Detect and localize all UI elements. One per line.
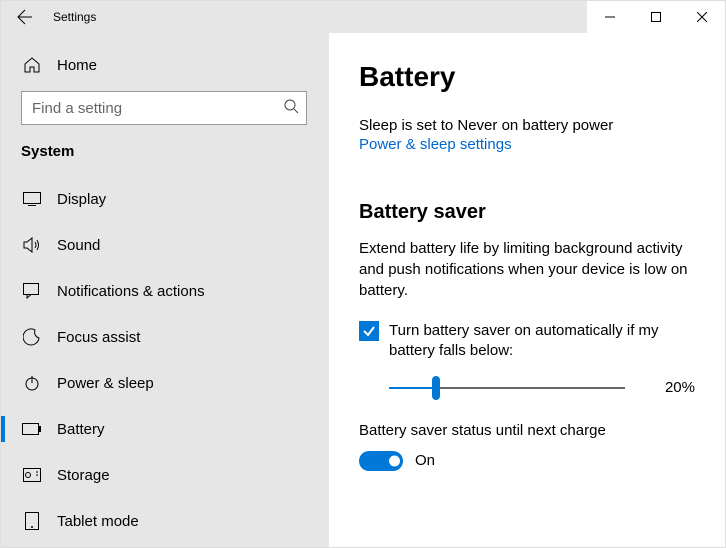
sidebar-item-label: Focus assist	[57, 329, 140, 346]
auto-saver-label: Turn battery saver on automatically if m…	[389, 321, 695, 362]
sidebar: Home System Display Sound Notifications …	[1, 33, 329, 547]
maximize-icon	[651, 12, 661, 22]
slider-thumb[interactable]	[432, 376, 440, 400]
maximize-button[interactable]	[633, 1, 679, 33]
power-sleep-link[interactable]: Power & sleep settings	[359, 136, 695, 153]
search-input[interactable]	[21, 91, 307, 125]
close-button[interactable]	[679, 1, 725, 33]
sidebar-item-power-sleep[interactable]: Power & sleep	[1, 360, 329, 406]
sidebar-item-label: Display	[57, 191, 106, 208]
sidebar-item-label: Battery	[57, 421, 105, 438]
close-icon	[697, 12, 707, 22]
slider-fill	[389, 387, 436, 389]
sleep-info-text: Sleep is set to Never on battery power	[359, 117, 695, 134]
storage-icon	[21, 468, 43, 482]
minimize-icon	[605, 12, 615, 22]
toggle-knob	[389, 455, 400, 466]
saver-status-label: Battery saver status until next charge	[359, 422, 695, 439]
display-icon	[21, 192, 43, 206]
saver-status-toggle[interactable]	[359, 451, 403, 471]
home-label: Home	[57, 57, 97, 74]
threshold-slider[interactable]	[389, 378, 625, 398]
checkmark-icon	[362, 324, 376, 338]
sidebar-item-display[interactable]: Display	[1, 176, 329, 222]
home-icon	[21, 56, 43, 74]
window-title: Settings	[53, 10, 96, 24]
auto-saver-checkbox[interactable]	[359, 321, 379, 341]
sidebar-item-label: Notifications & actions	[57, 283, 205, 300]
minimize-button[interactable]	[587, 1, 633, 33]
battery-icon	[21, 423, 43, 435]
tablet-icon	[21, 512, 43, 530]
power-icon	[21, 375, 43, 391]
back-button[interactable]	[5, 1, 45, 33]
toggle-state-label: On	[415, 452, 435, 469]
notifications-icon	[21, 283, 43, 299]
sidebar-item-focus-assist[interactable]: Focus assist	[1, 314, 329, 360]
page-title: Battery	[359, 61, 695, 93]
home-nav[interactable]: Home	[1, 45, 329, 85]
sidebar-item-battery[interactable]: Battery	[1, 406, 329, 452]
sidebar-item-storage[interactable]: Storage	[1, 452, 329, 498]
group-header-system: System	[1, 143, 329, 160]
sidebar-item-label: Storage	[57, 467, 110, 484]
battery-saver-heading: Battery saver	[359, 201, 695, 224]
sidebar-item-label: Tablet mode	[57, 513, 139, 530]
search-icon	[283, 98, 299, 118]
sound-icon	[21, 237, 43, 253]
content-panel: Battery Sleep is set to Never on battery…	[329, 33, 725, 547]
sidebar-item-label: Power & sleep	[57, 375, 154, 392]
sidebar-item-sound[interactable]: Sound	[1, 222, 329, 268]
battery-saver-description: Extend battery life by limiting backgrou…	[359, 238, 695, 301]
sidebar-item-notifications[interactable]: Notifications & actions	[1, 268, 329, 314]
titlebar: Settings	[1, 1, 725, 33]
sidebar-item-label: Sound	[57, 237, 100, 254]
focus-assist-icon	[21, 328, 43, 346]
arrow-left-icon	[17, 9, 33, 25]
sidebar-item-tablet-mode[interactable]: Tablet mode	[1, 498, 329, 544]
slider-value-text: 20%	[625, 379, 695, 396]
